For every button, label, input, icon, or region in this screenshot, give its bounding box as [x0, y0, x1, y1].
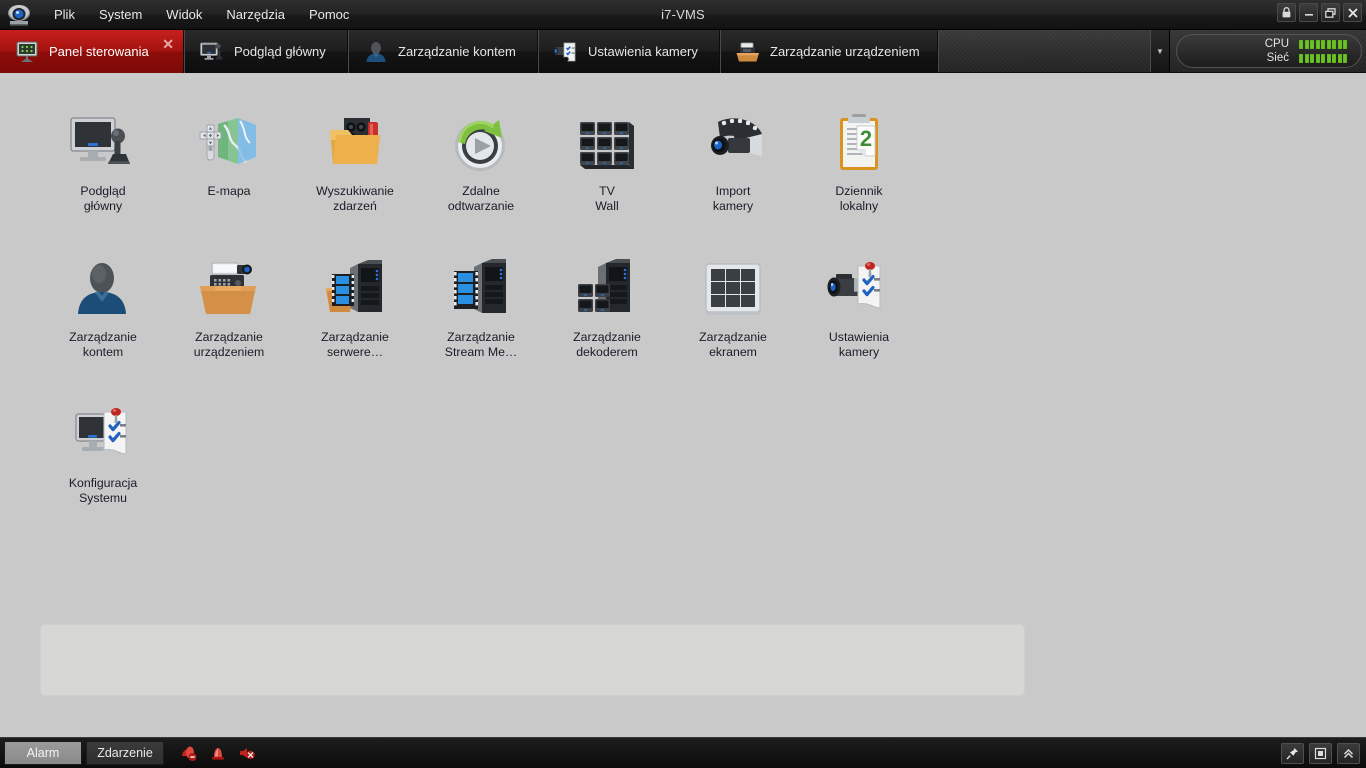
menu-item-pomoc[interactable]: Pomoc	[297, 3, 361, 26]
log-count-badge: 2	[860, 126, 872, 151]
module-zarzadzanie-ekranem[interactable]: Zarządzanie ekranem	[670, 254, 796, 360]
module-label: Zarządzanie kontem	[69, 330, 137, 359]
local-log-clipboard-icon: 2	[824, 112, 894, 176]
module-label: Konfiguracja Systemu	[68, 476, 138, 505]
restore-button[interactable]	[1321, 3, 1340, 22]
minimize-button[interactable]	[1299, 3, 1318, 22]
control-panel-icon	[14, 40, 40, 64]
module-label: Dziennik lokalny	[835, 184, 883, 213]
tab-close-icon[interactable]: ✕	[162, 37, 174, 51]
module-zarzadzanie-urzadzeniem[interactable]: Zarządzanie urządzeniem	[166, 254, 292, 360]
collapse-button[interactable]	[1337, 742, 1360, 764]
tab-bar-filler	[938, 30, 1150, 72]
module-label: Zarządzanie Stream Me…	[444, 330, 518, 359]
map-icon	[194, 112, 264, 176]
module-dziennik-lokalny[interactable]: 2 Dziennik lokalny	[796, 108, 922, 214]
module-zarzadzanie-dekoderem[interactable]: Zarządzanie dekoderem	[544, 254, 670, 360]
module-label: Podgląd główny	[80, 184, 126, 213]
tab-zarzadzanie-urzadzeniem[interactable]: Zarządzanie urządzeniem	[720, 30, 938, 73]
camera-config-icon	[553, 40, 579, 64]
device-box-icon	[194, 258, 264, 322]
module-zarzadzanie-stream-media[interactable]: Zarządzanie Stream Me…	[418, 254, 544, 360]
tab-label: Zarządzanie urządzeniem	[770, 44, 920, 59]
module-tv-wall[interactable]: TV Wall	[544, 108, 670, 214]
status-icon-group	[180, 744, 256, 762]
pin-button[interactable]	[1281, 742, 1304, 764]
camera-logo-icon	[6, 3, 34, 27]
module-e-mapa[interactable]: E-mapa	[166, 108, 292, 214]
module-label: Import kamery	[712, 184, 754, 213]
close-button[interactable]	[1343, 3, 1362, 22]
menu-item-system[interactable]: System	[87, 3, 154, 26]
module-label: Zdalne odtwarzanie	[447, 184, 515, 213]
zdarzenie-button[interactable]: Zdarzenie	[86, 741, 164, 765]
sound-off-icon[interactable]	[238, 744, 256, 762]
remote-playback-icon	[446, 112, 516, 176]
module-podglad-glowny[interactable]: Podgląd główny	[40, 108, 166, 214]
alarm-button[interactable]: Alarm	[4, 741, 82, 765]
device-box-icon	[735, 40, 761, 64]
module-label: Zarządzanie serwere…	[321, 330, 389, 359]
screen-grid-icon	[698, 258, 768, 322]
monitor-joystick-icon	[199, 40, 225, 64]
module-ustawienia-kamery[interactable]: Ustawienia kamery	[796, 254, 922, 360]
module-label: Zarządzanie dekoderem	[573, 330, 641, 359]
maximize-button[interactable]	[1309, 742, 1332, 764]
menu-item-plik[interactable]: Plik	[42, 3, 87, 26]
tv-wall-icon	[572, 112, 642, 176]
module-label: Zarządzanie ekranem	[699, 330, 767, 359]
alarm-mute-icon[interactable]	[180, 744, 198, 762]
tab-panel-sterowania[interactable]: Panel sterowania ✕	[0, 30, 184, 73]
module-label: TV Wall	[595, 184, 619, 213]
tab-ustawienia-kamery[interactable]: Ustawienia kamery	[538, 30, 720, 73]
tab-zarzadzanie-kontem[interactable]: Zarządzanie kontem	[348, 30, 538, 73]
tab-label: Ustawienia kamery	[588, 44, 698, 59]
network-meter: Sieć	[1177, 52, 1347, 64]
bottom-info-panel	[40, 624, 1025, 696]
menu-bar: Plik System Widok Narzędzia Pomoc	[42, 3, 361, 26]
user-icon	[68, 258, 138, 322]
user-icon	[363, 40, 389, 64]
status-bar: Alarm Zdarzenie	[0, 737, 1366, 768]
menu-item-narzedzia[interactable]: Narzędzia	[214, 3, 297, 26]
network-meter-bars	[1299, 53, 1347, 63]
monitor-joystick-icon	[68, 112, 138, 176]
event-search-folder-icon	[320, 112, 390, 176]
network-meter-label: Sieć	[1266, 52, 1289, 64]
system-config-icon	[68, 404, 138, 468]
lock-button[interactable]	[1277, 3, 1296, 22]
cpu-meter-bars	[1299, 39, 1347, 49]
module-zarzadzanie-serwerem[interactable]: Zarządzanie serwere…	[292, 254, 418, 360]
tab-podglad-glowny[interactable]: Podgląd główny	[184, 30, 348, 73]
title-bar: Plik System Widok Narzędzia Pomoc i7-VMS	[0, 0, 1366, 30]
module-import-kamery[interactable]: Import kamery	[670, 108, 796, 214]
camera-config-icon	[824, 258, 894, 322]
resource-meters: CPU Sieć	[1176, 34, 1362, 68]
window-controls	[1277, 3, 1362, 22]
tab-label: Podgląd główny	[234, 44, 326, 59]
decoder-icon	[572, 258, 642, 322]
module-zdalne-odtwarzanie[interactable]: Zdalne odtwarzanie	[418, 108, 544, 214]
control-panel-workspace: Podgląd główny E-mapa Wyszukiwanie zdarz…	[0, 74, 1366, 737]
alarm-light-icon[interactable]	[209, 744, 227, 762]
camera-import-icon	[698, 112, 768, 176]
cpu-meter-label: CPU	[1264, 38, 1289, 50]
menu-item-widok[interactable]: Widok	[154, 3, 214, 26]
module-label: Zarządzanie urządzeniem	[193, 330, 265, 359]
module-wyszukiwanie-zdarzen[interactable]: Wyszukiwanie zdarzeń	[292, 108, 418, 214]
storage-server-icon	[320, 258, 390, 322]
module-label: Ustawienia kamery	[828, 330, 890, 359]
module-label: E-mapa	[207, 184, 251, 198]
module-label: Wyszukiwanie zdarzeń	[316, 184, 394, 213]
cpu-meter: CPU	[1177, 38, 1347, 50]
module-konfiguracja-systemu[interactable]: Konfiguracja Systemu	[40, 400, 166, 506]
status-tools	[1281, 742, 1360, 764]
chevron-down-icon[interactable]: ▼	[1150, 30, 1170, 72]
stream-media-server-icon	[446, 258, 516, 322]
tab-label: Zarządzanie kontem	[398, 44, 516, 59]
tab-bar: Panel sterowania ✕ Podgląd główny Zarząd…	[0, 30, 1366, 73]
tab-label: Panel sterowania	[49, 44, 149, 59]
module-zarzadzanie-kontem[interactable]: Zarządzanie kontem	[40, 254, 166, 360]
module-grid: Podgląd główny E-mapa Wyszukiwanie zdarz…	[40, 108, 990, 546]
